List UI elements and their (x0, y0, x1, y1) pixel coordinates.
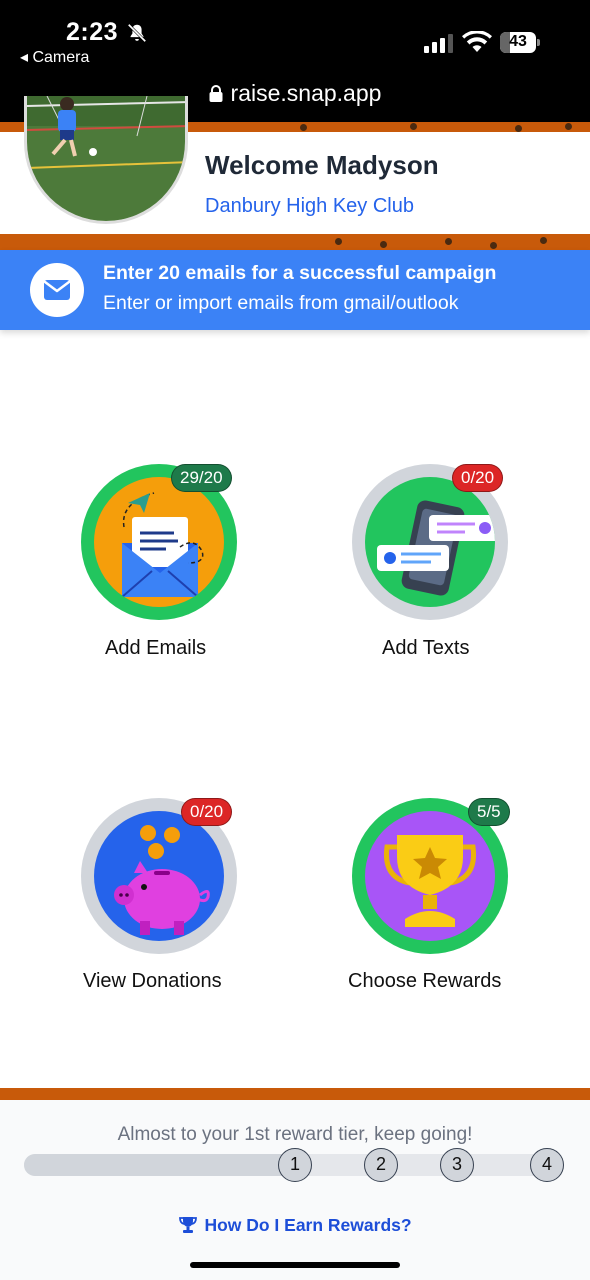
donations-count-badge: 0/20 (181, 798, 233, 826)
cellular-signal-icon (424, 34, 453, 53)
rewards-link-label: How Do I Earn Rewards? (204, 1215, 412, 1235)
lock-icon (209, 85, 223, 102)
trophy-icon (383, 835, 477, 927)
battery-indicator: 43 (500, 32, 540, 53)
envelope-icon (43, 280, 71, 300)
progress-fill (24, 1154, 294, 1176)
email-goal-banner[interactable]: Enter 20 emails for a successful campaig… (0, 250, 590, 330)
status-time: 2:23 (66, 18, 119, 46)
progress-message: Almost to your 1st reward tier, keep goi… (117, 1124, 473, 1145)
wifi-icon (462, 31, 492, 52)
tier-2-marker[interactable]: 2 (364, 1148, 398, 1182)
add-emails-label: Add Emails (105, 637, 207, 659)
trophy-small-icon (179, 1217, 198, 1233)
view-donations-label: View Donations (83, 970, 222, 992)
tier-1-marker[interactable]: 1 (278, 1148, 312, 1182)
footer-stripe (0, 1088, 590, 1100)
banner-title: Enter 20 emails for a successful campaig… (103, 262, 497, 284)
rewards-count-badge: 5/5 (468, 798, 510, 826)
home-indicator[interactable] (190, 1262, 400, 1268)
welcome-heading: Welcome Madyson (205, 150, 439, 180)
phone-messages-icon (377, 500, 495, 596)
banner-subtitle: Enter or import emails from gmail/outloo… (103, 292, 459, 314)
add-texts-label: Add Texts (382, 637, 470, 659)
tier-3-marker[interactable]: 3 (440, 1148, 474, 1182)
battery-level: 43 (509, 33, 527, 50)
header-bottom-stripe (0, 234, 590, 250)
choose-rewards-label: Choose Rewards (348, 970, 502, 992)
mail-icon-circle (30, 263, 84, 317)
tier-4-marker[interactable]: 4 (530, 1148, 564, 1182)
club-name-link[interactable]: Danbury High Key Club (205, 195, 414, 218)
bell-muted-icon (127, 23, 147, 43)
envelope-illustration-icon (121, 492, 204, 598)
add-texts-count-badge: 0/20 (452, 464, 504, 492)
how-to-earn-rewards-link[interactable]: How Do I Earn Rewards? (0, 1214, 590, 1236)
add-emails-count-badge: 29/20 (171, 464, 232, 492)
piggy-bank-icon (114, 825, 210, 935)
url-text: raise.snap.app (230, 80, 382, 106)
back-to-camera-link[interactable]: ◂ Camera (20, 47, 89, 67)
